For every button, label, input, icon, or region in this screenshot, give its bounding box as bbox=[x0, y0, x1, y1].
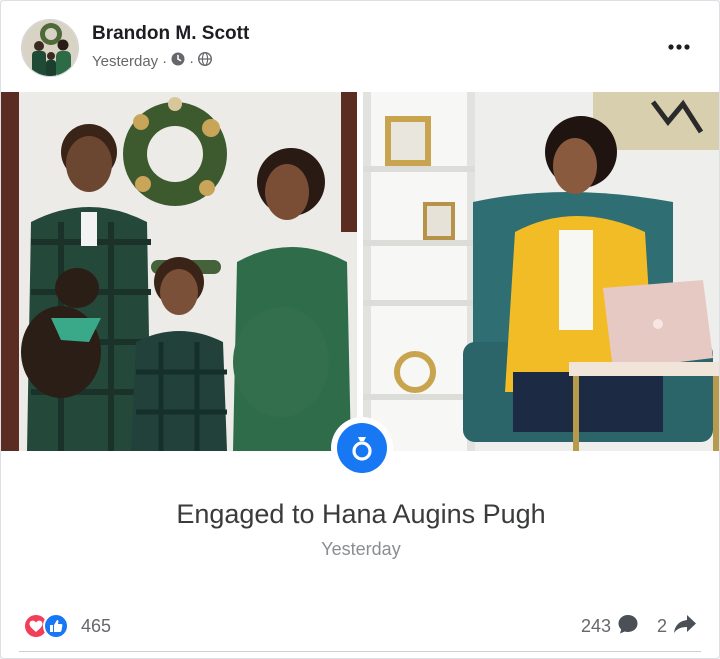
footer-divider bbox=[19, 651, 701, 652]
woman-with-laptop-photo[interactable] bbox=[363, 92, 719, 451]
post-time[interactable]: Yesterday bbox=[92, 53, 158, 70]
avatar[interactable] bbox=[21, 19, 79, 77]
shares-link[interactable]: 2 bbox=[657, 614, 697, 639]
share-icon bbox=[673, 614, 697, 639]
share-count: 2 bbox=[656, 616, 667, 636]
reactions-summary[interactable]: 465 bbox=[23, 613, 111, 639]
post-header: Brandon M. Scott Yesterday · · bbox=[1, 1, 719, 91]
ring-badge bbox=[331, 417, 393, 479]
post-meta: Yesterday · · bbox=[92, 51, 213, 70]
family-holiday-photo[interactable] bbox=[1, 92, 357, 451]
more-options-icon[interactable] bbox=[667, 33, 691, 55]
meta-separator: · bbox=[162, 52, 168, 70]
author-name[interactable]: Brandon M. Scott bbox=[92, 23, 249, 45]
globe-icon bbox=[198, 51, 213, 70]
comment-count: 243 bbox=[580, 616, 611, 636]
reaction-icons bbox=[23, 613, 75, 639]
meta-separator: · bbox=[189, 52, 195, 70]
life-event-title[interactable]: Engaged to Hana Augins Pugh bbox=[1, 499, 719, 530]
clock-icon bbox=[171, 52, 185, 70]
ring-icon bbox=[337, 423, 387, 473]
engagement-stats: 243 2 bbox=[581, 613, 697, 640]
photo-grid bbox=[1, 92, 719, 451]
reaction-count: 465 bbox=[81, 615, 112, 636]
life-event-date: Yesterday bbox=[321, 539, 401, 559]
comment-icon bbox=[617, 613, 639, 640]
post-card: Brandon M. Scott Yesterday · · Engaged t… bbox=[0, 0, 720, 659]
life-event: Engaged to Hana Augins Pugh Yesterday bbox=[1, 417, 719, 601]
comments-link[interactable]: 243 bbox=[581, 613, 639, 640]
like-reaction-icon bbox=[43, 613, 69, 639]
